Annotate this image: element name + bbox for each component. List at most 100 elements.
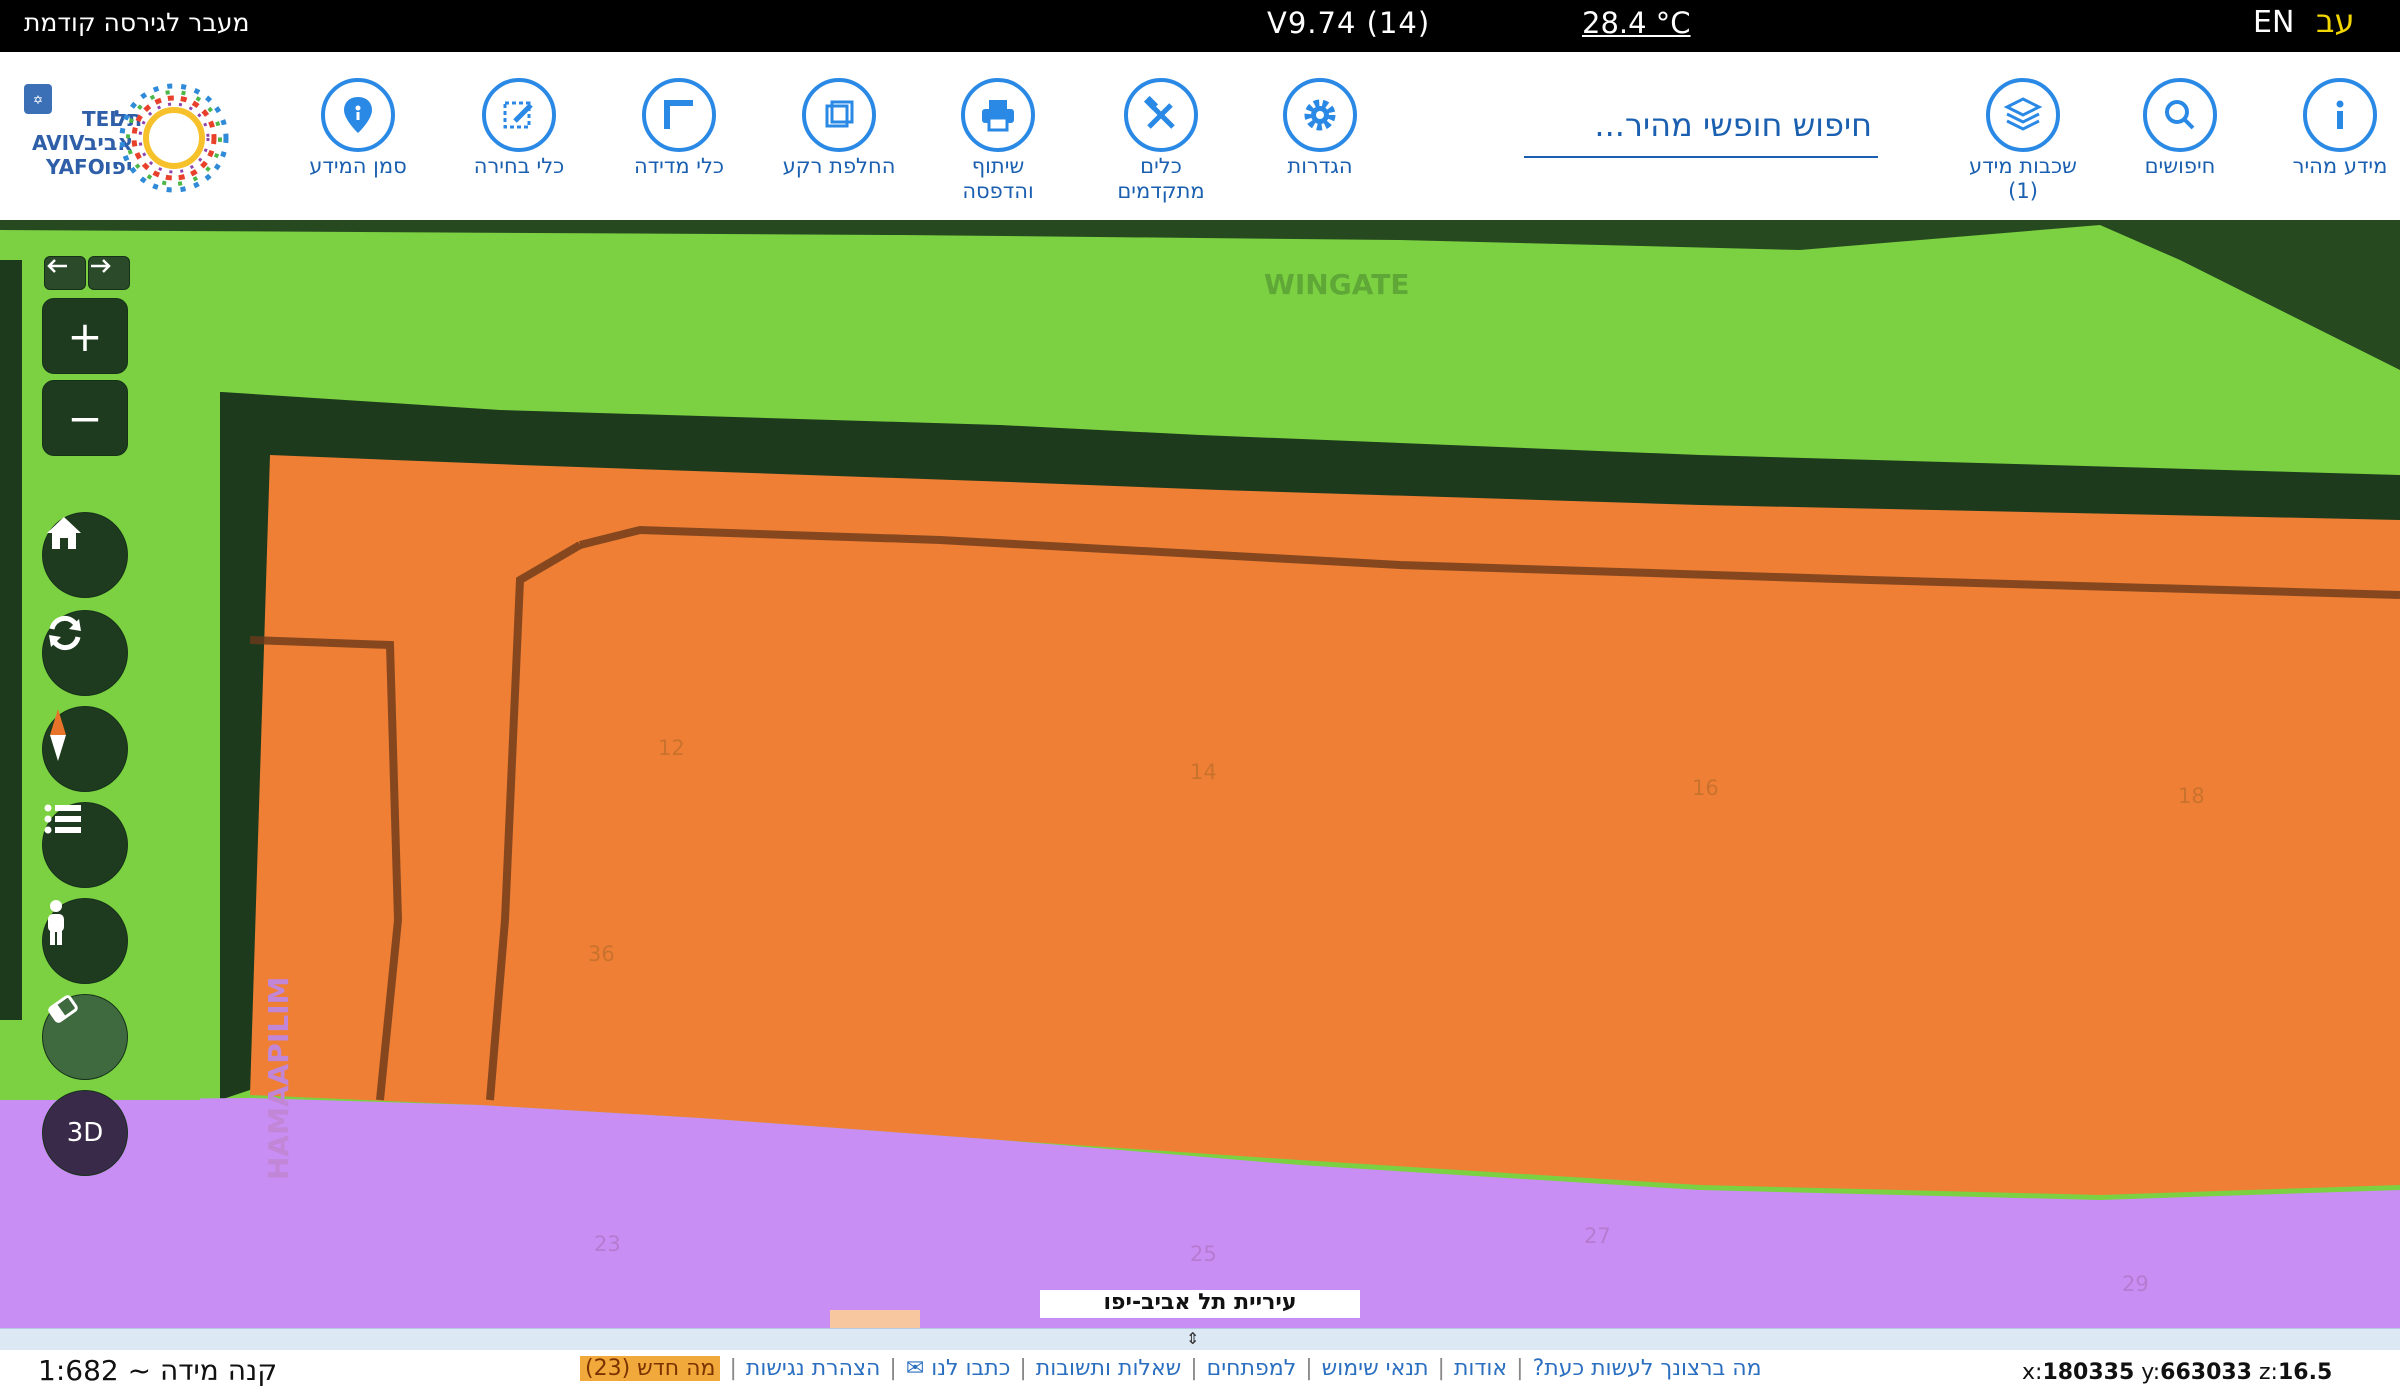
tool-measure[interactable]: כלי מדידה	[594, 78, 764, 179]
parcel-number: 29	[2122, 1272, 2149, 1296]
previous-version-link[interactable]: מעבר לגירסה קודמת	[24, 8, 249, 37]
tool-label: החלפת רקע	[782, 154, 896, 178]
footer-link-about[interactable]: אודות	[1454, 1356, 1507, 1381]
coord-y-value: 663033	[2160, 1360, 2252, 1385]
footer-separator: |	[1437, 1356, 1445, 1381]
tool-label: שכבות מידע (1)	[1969, 154, 2077, 203]
cursor-coordinates: x:180335 y:663033 z:16.5	[2022, 1360, 2332, 1385]
north-compass-button[interactable]	[42, 706, 128, 792]
printer-icon	[961, 78, 1035, 152]
footer-link-terms[interactable]: תנאי שימוש	[1322, 1356, 1429, 1381]
top-bar: מעבר לגירסה קודמת V9.74 (14) 28.4 °C EN …	[0, 0, 2400, 52]
parcel-number: 12	[658, 736, 685, 760]
tool-layers[interactable]: שכבות מידע (1)	[1938, 78, 2108, 204]
quick-search-input[interactable]: חיפוש חופשי מהיר...	[1524, 98, 1878, 158]
footer-link-accessibility[interactable]: הצהרת נגישות	[746, 1356, 881, 1381]
footer-separator: |	[729, 1356, 737, 1381]
select-icon	[482, 78, 556, 152]
pin-icon	[321, 78, 395, 152]
home-button[interactable]	[42, 512, 128, 598]
arrow-left-icon	[47, 259, 67, 273]
coord-x-value: 180335	[2042, 1360, 2135, 1385]
tel-aviv-logo[interactable]: ✡ TEL תל AVIV אביב YAFO יפו	[22, 76, 252, 196]
map-app: מעבר לגירסה קודמת V9.74 (14) 28.4 °C EN …	[0, 0, 2400, 1392]
tool-label: מידע מהיר	[2292, 154, 2388, 178]
refresh-icon	[49, 615, 81, 651]
svg-text:YAFO: YAFO	[45, 155, 105, 179]
zoom-out-button[interactable]: −	[42, 380, 128, 456]
footer-link-what-to-do[interactable]: מה ברצונך לעשות כעת?	[1533, 1356, 1762, 1381]
footer-links: מה ברצונך לעשות כעת? | אודות | תנאי שימו…	[580, 1356, 1762, 1381]
parcel-number: 23	[594, 1232, 621, 1256]
gear-icon	[1283, 78, 1357, 152]
tool-label: כלי מדידה	[633, 154, 725, 178]
eraser-icon	[48, 995, 78, 1023]
tool-label: סמן המידע	[309, 154, 407, 178]
svg-text:✡: ✡	[33, 93, 43, 107]
refresh-button[interactable]	[42, 610, 128, 696]
tool-searches[interactable]: חיפושים	[2095, 78, 2265, 179]
parcel-number: 16	[1692, 776, 1719, 800]
coord-x-label: x:	[2022, 1360, 2043, 1385]
footer-separator: |	[1019, 1356, 1027, 1381]
map-canvas[interactable]: WINGATE HAMAAPILIM 12 14 16 18 36 23 25 …	[0, 220, 2400, 1328]
coord-z-value: 16.5	[2277, 1360, 2333, 1385]
tool-label: כלי בחירה	[473, 154, 565, 178]
layers-icon	[1986, 78, 2060, 152]
parcel-number: 36	[588, 942, 615, 966]
footer-link-faq[interactable]: שאלות ותשובות	[1036, 1356, 1181, 1381]
tool-quick-info[interactable]: מידע מהיר	[2255, 78, 2400, 179]
map-scale-label: קנה מידה ~ 1:682	[38, 1354, 278, 1387]
footer-link-developers[interactable]: למפתחים	[1207, 1356, 1297, 1381]
language-en-button[interactable]: EN	[2253, 5, 2294, 40]
whats-new-badge[interactable]: מה חדש (23)	[580, 1356, 721, 1381]
street-label-hamaapilim: HAMAAPILIM	[262, 976, 295, 1180]
city-name-label: עיריית תל אביב-יפו	[1040, 1290, 1360, 1318]
resize-handle-icon: ⇕	[1186, 1329, 1200, 1348]
parcel-number: 14	[1190, 760, 1217, 784]
footer-separator: |	[1516, 1356, 1524, 1381]
basemap-icon	[802, 78, 876, 152]
coord-z-label: z:	[2259, 1360, 2278, 1385]
zoom-in-button[interactable]: +	[42, 298, 128, 374]
history-forward-button[interactable]	[88, 256, 130, 290]
tool-basemap[interactable]: החלפת רקע	[754, 78, 924, 179]
street-label-wingate: WINGATE	[1264, 268, 1410, 301]
eraser-button[interactable]	[42, 994, 128, 1080]
compass-icon	[50, 709, 66, 761]
arrow-right-icon	[91, 259, 111, 273]
search-icon	[2143, 78, 2217, 152]
tool-share-print[interactable]: שיתוף והדפסה	[913, 78, 1083, 204]
footer-bar: קנה מידה ~ 1:682 מה ברצונך לעשות כעת? | …	[0, 1350, 2400, 1392]
language-he-button[interactable]: עב	[2316, 2, 2355, 40]
person-icon	[48, 900, 64, 945]
tool-info-marker[interactable]: סמן המידע	[273, 78, 443, 179]
tool-label: חיפושים	[2144, 154, 2216, 178]
tool-advanced[interactable]: כלים מתקדמים	[1076, 78, 1246, 204]
parcel-number: 27	[1584, 1224, 1611, 1248]
footer-separator: |	[1190, 1356, 1198, 1381]
view-3d-button[interactable]: 3D	[42, 1090, 128, 1176]
home-icon	[47, 517, 81, 549]
parcel-number: 18	[2178, 784, 2205, 808]
ruler-icon	[642, 78, 716, 152]
footer-link-contact[interactable]: כתבו לנו ✉	[906, 1356, 1011, 1381]
panel-resize-strip[interactable]: ⇕	[0, 1328, 2400, 1350]
street-view-button[interactable]	[42, 898, 128, 984]
footer-separator: |	[1305, 1356, 1313, 1381]
main-toolbar: ✡ TEL תל AVIV אביב YAFO יפו חיפוש חופשי …	[0, 52, 2400, 220]
tool-settings[interactable]: הגדרות	[1235, 78, 1405, 179]
history-back-button[interactable]	[44, 256, 86, 290]
list-icon	[44, 804, 81, 834]
legend-list-button[interactable]	[42, 802, 128, 888]
svg-text:אביב: אביב	[84, 131, 133, 156]
tool-label: כלים מתקדמים	[1117, 154, 1205, 203]
tool-label: הגדרות	[1287, 154, 1353, 178]
version-label: V9.74 (14)	[1267, 6, 1431, 40]
svg-text:AVIV: AVIV	[32, 131, 85, 155]
coord-y-label: y:	[2141, 1360, 2161, 1385]
tool-select[interactable]: כלי בחירה	[434, 78, 604, 179]
tools-icon	[1124, 78, 1198, 152]
tool-label: שיתוף והדפסה	[962, 154, 1034, 203]
temperature-link[interactable]: 28.4 °C	[1582, 6, 1691, 40]
